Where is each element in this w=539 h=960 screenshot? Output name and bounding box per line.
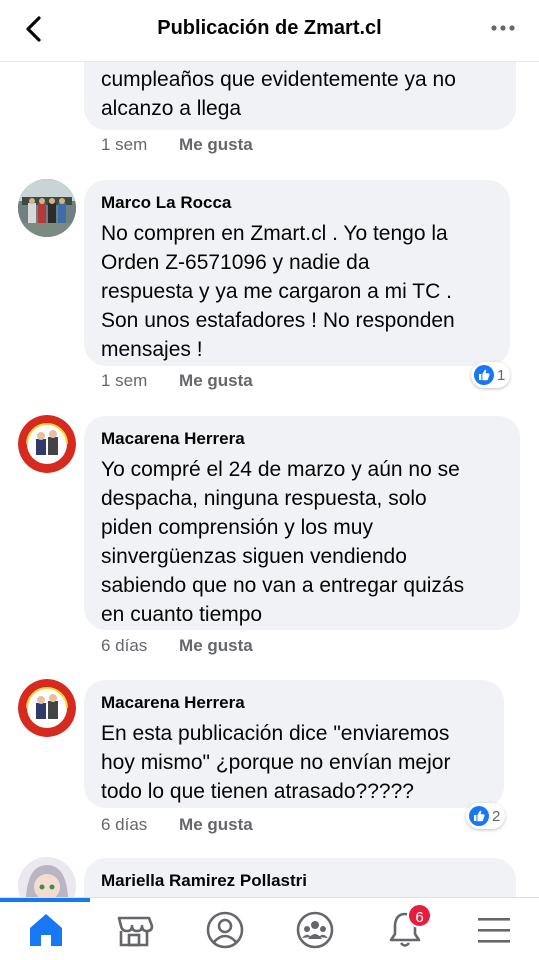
comment-author[interactable]: Mariella Ramirez Pollastri xyxy=(101,870,499,892)
more-options-icon[interactable] xyxy=(489,16,517,40)
reaction-summary[interactable]: 2 xyxy=(466,803,506,829)
active-tab-indicator xyxy=(0,898,90,902)
like-button[interactable]: Me gusta xyxy=(179,135,253,154)
comment-time: 1 sem xyxy=(101,135,148,154)
reaction-count: 1 xyxy=(497,366,506,384)
notification-badge: 6 xyxy=(407,903,432,928)
marketplace-icon[interactable] xyxy=(112,908,156,952)
like-reaction-icon xyxy=(474,365,494,385)
comment-meta: 6 días Me gusta xyxy=(101,815,253,835)
home-icon[interactable] xyxy=(24,908,68,952)
groups-icon[interactable] xyxy=(293,908,337,952)
comment-text: cumpleaños que evidentemente ya no alcan… xyxy=(101,68,456,120)
like-button[interactable]: Me gusta xyxy=(179,371,253,390)
comment-bubble[interactable]: Macarena Herrera En esta publicación dic… xyxy=(84,680,504,808)
like-button[interactable]: Me gusta xyxy=(179,815,253,834)
profile-icon[interactable] xyxy=(203,908,247,952)
avatar[interactable] xyxy=(18,179,76,237)
reaction-count: 2 xyxy=(492,807,501,825)
comment-time: 6 días xyxy=(101,815,148,834)
avatar-photo xyxy=(18,415,76,473)
avatar[interactable] xyxy=(18,679,76,737)
reaction-summary[interactable]: 1 xyxy=(471,362,511,388)
comment-author[interactable]: Macarena Herrera xyxy=(101,428,503,450)
comment-bubble[interactable]: Macarena Herrera Yo compré el 24 de marz… xyxy=(84,416,520,630)
comment-meta: 1 sem Me gusta xyxy=(101,371,253,391)
comment-text: No compren en Zmart.cl . Yo tengo la Ord… xyxy=(101,222,455,361)
top-bar: Publicación de Zmart.cl xyxy=(0,0,539,62)
comment-meta: 6 días Me gusta xyxy=(101,636,253,656)
comment-meta: 1 sem Me gusta xyxy=(101,135,253,155)
avatar[interactable] xyxy=(18,415,76,473)
comment-time: 6 días xyxy=(101,636,148,655)
comment-author[interactable]: Marco La Rocca xyxy=(101,192,493,214)
bottom-nav xyxy=(0,897,539,960)
menu-icon[interactable] xyxy=(472,908,516,952)
comment-author[interactable]: Macarena Herrera xyxy=(101,692,487,714)
like-button[interactable]: Me gusta xyxy=(179,636,253,655)
page-title: Publicación de Zmart.cl xyxy=(157,17,382,39)
avatar-photo xyxy=(18,679,76,737)
comment-time: 1 sem xyxy=(101,371,148,390)
comment-bubble[interactable]: Marco La Rocca No compren en Zmart.cl . … xyxy=(84,180,510,366)
avatar-photo xyxy=(18,179,76,237)
like-reaction-icon xyxy=(469,806,489,826)
comment-text: En esta publicación dice "enviaremos hoy… xyxy=(101,722,451,803)
comment-text: Yo compré el 24 de marzo y aún no se des… xyxy=(101,458,465,626)
